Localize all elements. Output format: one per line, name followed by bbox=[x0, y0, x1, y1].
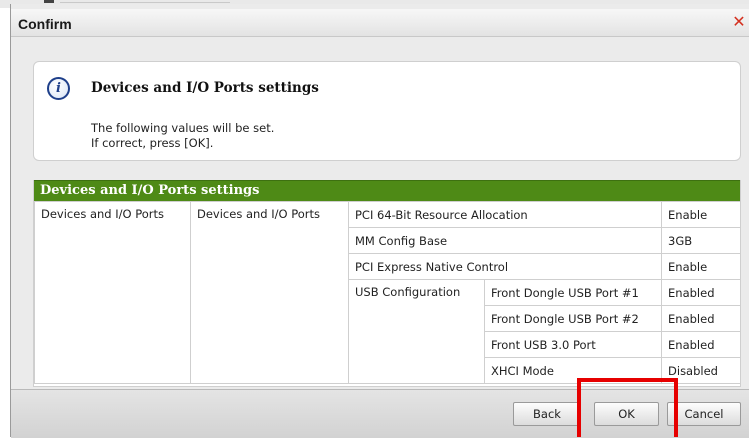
close-icon[interactable]: ✕ bbox=[730, 12, 748, 32]
table-row: Devices and I/O Ports Devices and I/O Po… bbox=[34, 201, 742, 384]
dialog-footer: Back OK Cancel bbox=[11, 389, 749, 438]
setting-value-cell: Disabled bbox=[661, 357, 742, 384]
info-message-line-1: The following values will be set. bbox=[91, 121, 275, 135]
ok-button[interactable]: OK bbox=[594, 402, 659, 426]
usb-group-cell: USB Configuration bbox=[348, 279, 485, 384]
setting-name-cell: XHCI Mode bbox=[483, 357, 663, 384]
setting-value-cell: Enabled bbox=[661, 305, 742, 332]
info-icon: i bbox=[47, 77, 70, 100]
settings-table-panel: Devices and I/O Ports settings Devices a… bbox=[33, 180, 742, 387]
setting-name-cell: Front Dongle USB Port #1 bbox=[483, 279, 663, 306]
background-line bbox=[60, 2, 230, 3]
setting-value-cell: Enabled bbox=[661, 331, 742, 358]
dialog-titlebar[interactable]: Confirm ✕ bbox=[11, 9, 749, 37]
setting-value-cell: Enable bbox=[661, 201, 742, 228]
setting-name-cell: PCI Express Native Control bbox=[347, 253, 663, 280]
subcategory-cell: Devices and I/O Ports bbox=[190, 201, 349, 384]
cancel-button[interactable]: Cancel bbox=[667, 402, 741, 426]
setting-value-cell: 3GB bbox=[661, 227, 742, 254]
info-message-box: i Devices and I/O Ports settings The fol… bbox=[33, 61, 741, 161]
setting-name-cell: Front Dongle USB Port #2 bbox=[483, 305, 663, 332]
back-button[interactable]: Back bbox=[513, 402, 581, 426]
info-heading: Devices and I/O Ports settings bbox=[91, 80, 319, 96]
setting-name-cell: MM Config Base bbox=[347, 227, 663, 254]
setting-value-cell: Enable bbox=[661, 253, 742, 280]
setting-value-cell: Enabled bbox=[661, 279, 742, 306]
dialog-content: i Devices and I/O Ports settings The fol… bbox=[11, 37, 749, 389]
settings-table-header: Devices and I/O Ports settings bbox=[34, 180, 740, 201]
settings-table: Devices and I/O Ports Devices and I/O Po… bbox=[34, 201, 742, 384]
dialog-title: Confirm bbox=[18, 16, 72, 32]
info-message-line-2: If correct, press [OK]. bbox=[91, 136, 214, 150]
background-mark bbox=[44, 0, 54, 3]
category-cell: Devices and I/O Ports bbox=[34, 201, 191, 384]
confirm-dialog: Confirm ✕ i Devices and I/O Ports settin… bbox=[10, 4, 749, 438]
setting-name-cell: Front USB 3.0 Port bbox=[483, 331, 663, 358]
setting-name-cell: PCI 64-Bit Resource Allocation bbox=[347, 201, 663, 228]
